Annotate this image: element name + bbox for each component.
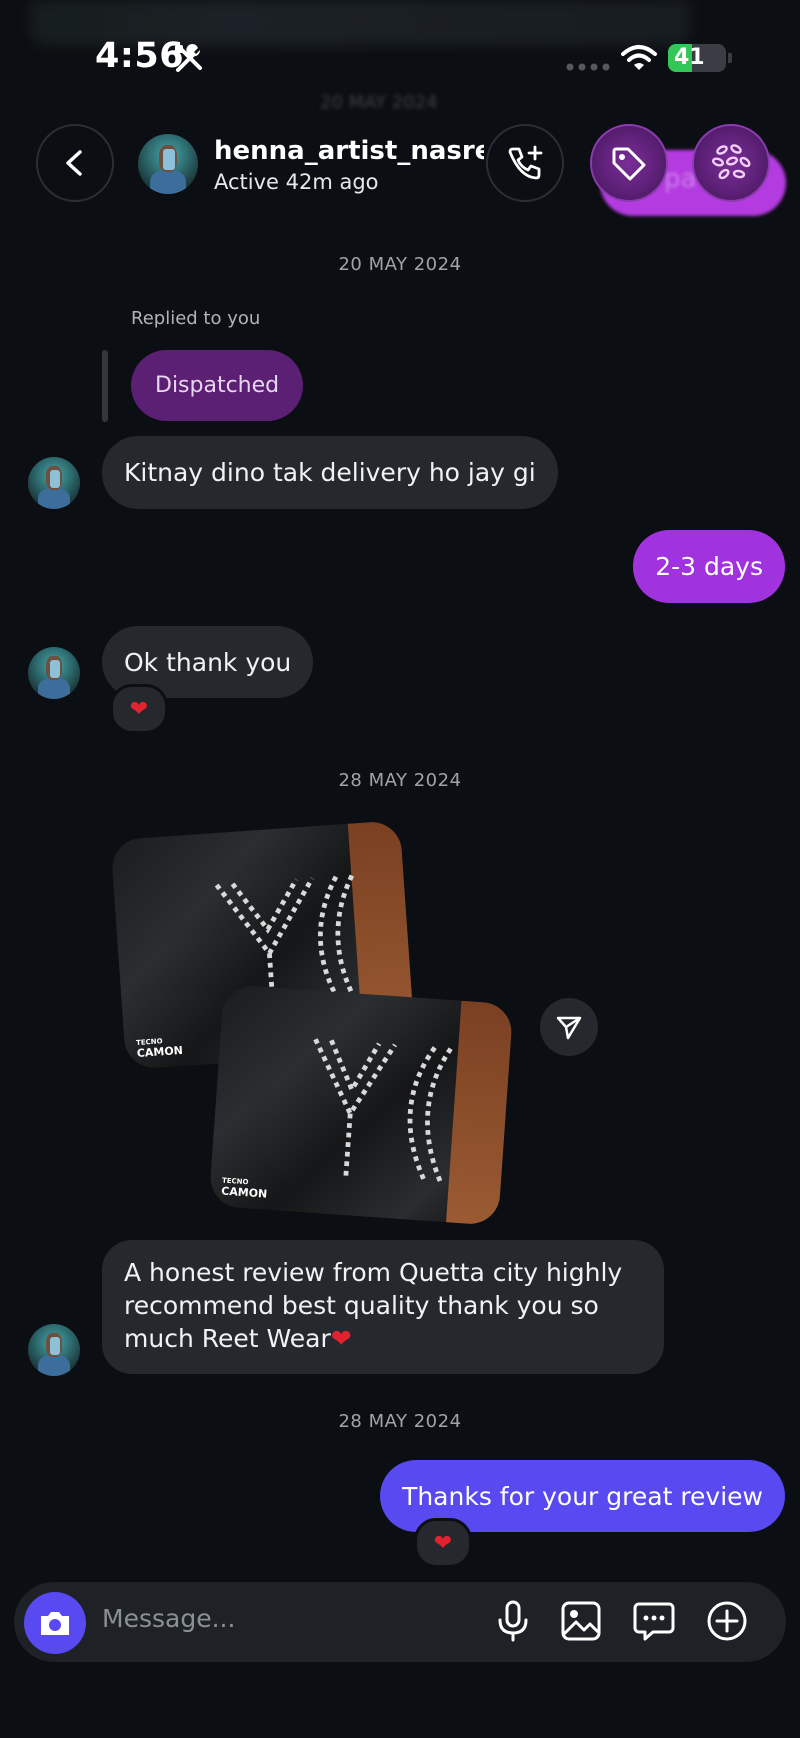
back-button[interactable] [36, 124, 114, 202]
ghost-date-label: 20 MAY 2024 [320, 92, 438, 113]
active-status: Active 42m ago [214, 170, 379, 194]
photo-watermark: TECNO CAMON [220, 1176, 268, 1201]
message-bubble-icon [633, 1602, 675, 1641]
add-call-button[interactable] [486, 124, 564, 202]
date-separator: 20 MAY 2024 [338, 254, 462, 275]
microphone-button[interactable] [492, 1600, 534, 1642]
chevron-left-icon [66, 150, 82, 176]
replied-label: Replied to you [131, 308, 261, 329]
incoming-message-bubble[interactable]: Kitnay dino tak delivery ho jay gi [102, 436, 558, 509]
sender-avatar[interactable] [28, 1324, 80, 1376]
battery-percent: 41 [674, 45, 705, 70]
sparkle-cluster-icon [711, 144, 751, 180]
camera-button[interactable] [24, 1592, 86, 1654]
outgoing-message-bubble[interactable]: 2-3 days [633, 530, 785, 603]
add-button[interactable] [706, 1600, 748, 1642]
message-text: A honest review from Quetta city highly … [124, 1258, 623, 1353]
replied-message-bubble[interactable]: Dispatched [131, 350, 304, 421]
gallery-button[interactable] [560, 1600, 602, 1642]
reply-quote-bar [102, 350, 108, 422]
plus-circle-icon [707, 1601, 747, 1641]
battery-indicator: 41 [668, 44, 726, 72]
signal-dots-icon [566, 63, 610, 71]
sender-avatar[interactable] [28, 457, 80, 509]
shared-photo[interactable]: TECNO CAMON [208, 984, 514, 1226]
image-icon [561, 1601, 601, 1641]
embroidery-pattern [313, 1037, 453, 1185]
battery-cap [728, 53, 732, 63]
sender-avatar[interactable] [28, 647, 80, 699]
tag-icon [612, 147, 646, 181]
tools-icon [175, 44, 202, 72]
incoming-message-bubble[interactable]: A honest review from Quetta city highly … [102, 1240, 664, 1374]
tag-button[interactable] [590, 124, 668, 202]
camera-icon [41, 1612, 69, 1635]
wifi-icon [621, 45, 657, 70]
theme-effects-button[interactable] [692, 124, 770, 202]
share-button[interactable] [540, 998, 598, 1056]
date-separator: 28 MAY 2024 [338, 1411, 462, 1432]
photo-watermark: TECNO CAMON [135, 1037, 184, 1060]
sticker-chat-button[interactable] [633, 1600, 675, 1642]
status-time: 4:56 [95, 36, 185, 76]
microphone-icon [498, 1600, 528, 1642]
date-separator: 28 MAY 2024 [338, 770, 462, 791]
heart-reaction[interactable]: ❤ [414, 1518, 472, 1568]
message-input[interactable]: Message... [102, 1604, 235, 1633]
username[interactable]: henna_artist_nasre... [214, 136, 484, 166]
phone-plus-icon [508, 145, 543, 180]
heart-reaction[interactable]: ❤ [110, 684, 168, 734]
send-icon [556, 1016, 582, 1040]
heart-emoji: ❤ [330, 1324, 352, 1353]
header-avatar[interactable] [138, 134, 198, 194]
